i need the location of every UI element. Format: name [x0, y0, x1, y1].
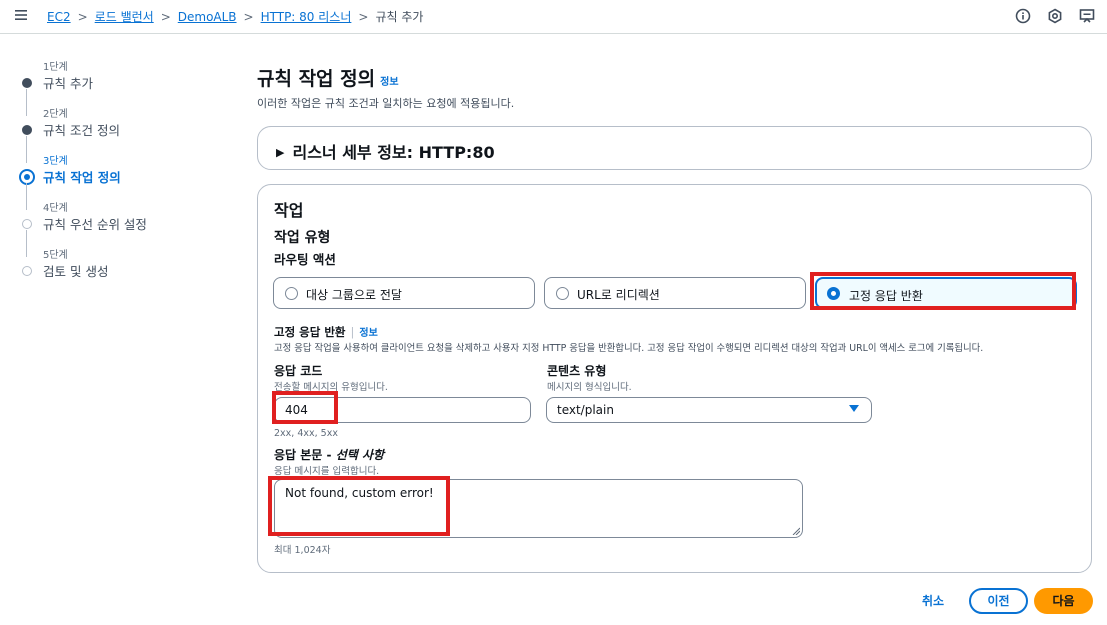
step-1[interactable]: 1단계 규칙 추가 [20, 56, 240, 116]
radio-forward-to-target-group[interactable]: 대상 그룹으로 전달 [273, 277, 535, 309]
step-2[interactable]: 2단계 규칙 조건 정의 [20, 103, 240, 163]
response-code-label: 응답 코드 [274, 364, 323, 378]
highlight-box [272, 391, 338, 424]
breadcrumb-load-balancers[interactable]: 로드 밸런서 [95, 10, 154, 24]
resize-handle-icon[interactable] [792, 527, 800, 535]
response-body-label-text: 응답 본문 - [274, 448, 336, 462]
radio-label: URL로 리디렉션 [577, 288, 660, 302]
cancel-button[interactable]: 취소 [910, 588, 956, 614]
step-complete-icon [22, 125, 32, 135]
radio-redirect-to-url[interactable]: URL로 리디렉션 [544, 277, 806, 309]
info-link[interactable]: 정보 [380, 77, 398, 88]
settings-icon[interactable] [1047, 8, 1065, 26]
info-icon[interactable] [1015, 8, 1033, 26]
step-title: 규칙 우선 순위 설정 [43, 217, 147, 232]
breadcrumb-demoalb[interactable]: DemoALB [178, 10, 237, 24]
step-complete-icon [22, 78, 32, 88]
action-heading: 작업 [274, 201, 304, 220]
step-title: 검토 및 생성 [43, 264, 109, 279]
response-body-hint: 최대 1,024자 [274, 545, 331, 556]
page-title-text: 규칙 작업 정의 [257, 68, 376, 90]
menu-icon[interactable] [14, 8, 32, 26]
page-description: 이러한 작업은 규칙 조건과 일치하는 요청에 적용됩니다. [257, 97, 515, 110]
previous-button[interactable]: 이전 [969, 588, 1028, 614]
response-code-hint: 2xx, 4xx, 5xx [274, 428, 338, 439]
step-number: 4단계 [43, 203, 68, 214]
caret-right-icon: ▶ [276, 146, 285, 159]
fixed-response-title: 고정 응답 반환 [274, 325, 346, 339]
highlight-box [810, 272, 1076, 310]
breadcrumb-listener[interactable]: HTTP: 80 리스너 [261, 10, 352, 24]
step-pending-icon [22, 266, 32, 276]
breadcrumb-ec2[interactable]: EC2 [47, 10, 71, 24]
info-link[interactable]: 정보 [359, 328, 377, 339]
step-number: 2단계 [43, 109, 68, 120]
step-pending-icon [22, 219, 32, 229]
chevron-right-icon: > [358, 10, 369, 24]
content-type-label: 콘텐츠 유형 [547, 364, 607, 378]
chevron-right-icon: > [243, 10, 254, 24]
chevron-right-icon: > [160, 10, 171, 24]
next-button[interactable]: 다음 [1034, 588, 1093, 614]
breadcrumb-current: 규칙 추가 [375, 10, 424, 24]
step-number: 5단계 [43, 250, 68, 261]
step-number: 1단계 [43, 62, 68, 73]
response-body-label: 응답 본문 - 선택 사항 [274, 446, 384, 463]
wizard-steps: 1단계 규칙 추가 2단계 규칙 조건 정의 3단계 규칙 작업 정의 4단계 … [19, 56, 240, 291]
radio-unselected-icon[interactable] [556, 287, 569, 300]
radio-unselected-icon[interactable] [285, 287, 298, 300]
response-body-description: 응답 메시지를 입력합니다. [274, 466, 380, 477]
content-type-value: text/plain [557, 403, 614, 417]
routing-action-label: 라우팅 액션 [274, 252, 336, 267]
top-bar: EC2 > 로드 밸런서 > DemoALB > HTTP: 80 리스너 > 규칙 추가 [0, 0, 1107, 34]
optional-text: 선택 사항 [335, 448, 385, 462]
listener-details-panel[interactable]: ▶ 리스너 세부 정보: HTTP:80 [257, 126, 1092, 170]
action-type-heading: 작업 유형 [274, 230, 331, 246]
step-title: 규칙 조건 정의 [43, 123, 120, 138]
content-type-description: 메시지의 형식입니다. [547, 382, 632, 393]
step-4: 4단계 규칙 우선 순위 설정 [20, 197, 240, 257]
step-title: 규칙 추가 [43, 76, 93, 91]
caret-down-icon [849, 405, 859, 412]
fixed-response-heading: 고정 응답 반환 | 정보 [274, 324, 378, 340]
content-type-select[interactable]: text/plain [546, 397, 872, 423]
radio-label: 대상 그룹으로 전달 [306, 288, 402, 302]
step-number: 3단계 [43, 156, 68, 167]
fixed-response-description: 고정 응답 작업을 사용하여 클라이언트 요청을 삭제하고 사용자 지정 HTT… [274, 343, 984, 354]
feedback-icon[interactable] [1079, 8, 1097, 26]
listener-details-title: 리스너 세부 정보: HTTP:80 [292, 143, 495, 162]
highlight-box [268, 476, 450, 536]
chevron-right-icon: > [77, 10, 88, 24]
step-current-icon [19, 169, 35, 185]
step-5: 5단계 검토 및 생성 [20, 244, 240, 291]
step-3: 3단계 규칙 작업 정의 [19, 150, 240, 210]
listener-details-toggle[interactable]: ▶ 리스너 세부 정보: HTTP:80 [276, 139, 495, 163]
divider: | [350, 325, 355, 339]
page-title: 규칙 작업 정의 정보 [257, 64, 399, 91]
breadcrumb: EC2 > 로드 밸런서 > DemoALB > HTTP: 80 리스너 > 규칙 추가 [47, 8, 423, 26]
step-title: 규칙 작업 정의 [43, 170, 121, 185]
